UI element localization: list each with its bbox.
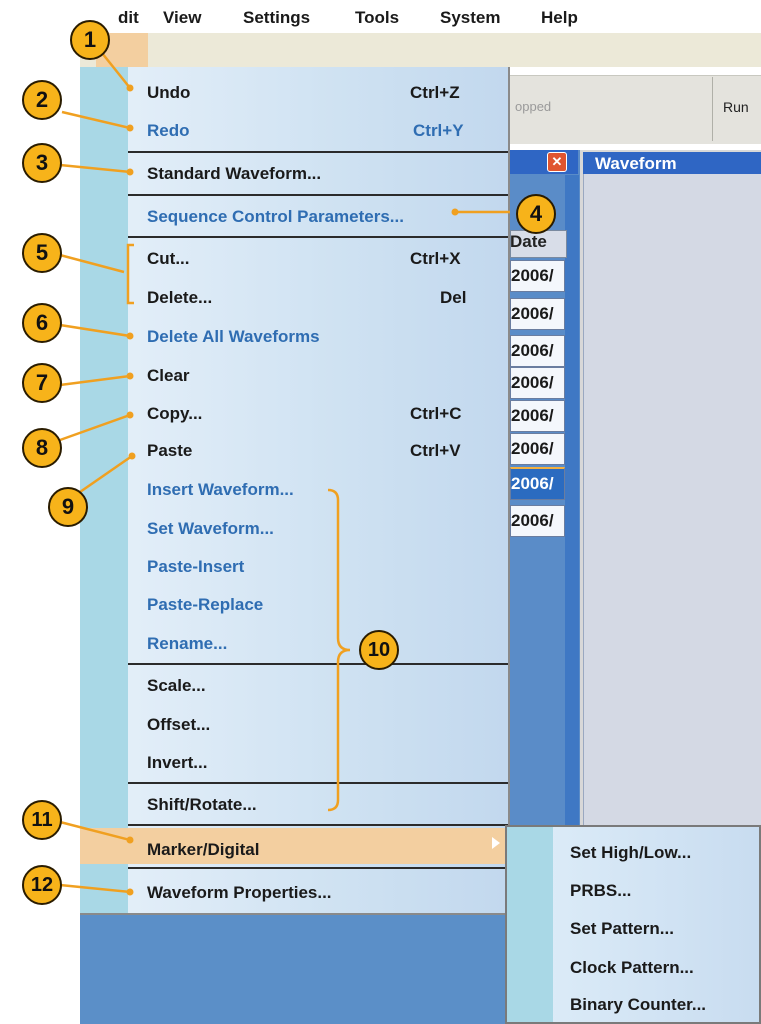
- callout-dot-11: [126, 836, 134, 844]
- callout-bracket-10: [327, 488, 351, 812]
- callout-line-12: [59, 883, 131, 894]
- callout-dot-12: [126, 888, 134, 896]
- callout-line-9: [79, 454, 133, 494]
- callout-badge-3: 3: [22, 143, 62, 183]
- callout-badge-5: 5: [22, 233, 62, 273]
- callout-dot-3: [126, 168, 134, 176]
- callout-line-5: [59, 253, 125, 274]
- callout-line-3: [59, 163, 131, 174]
- callout-badge-2: 2: [22, 80, 62, 120]
- callout-dot-6: [126, 332, 134, 340]
- callout-badge-10: 10: [359, 630, 399, 670]
- callout-badge-6: 6: [22, 303, 62, 343]
- callout-dot-9: [128, 452, 136, 460]
- callout-dot-7: [126, 372, 134, 380]
- callout-dot-1: [126, 84, 134, 92]
- callout-dot-2: [126, 124, 134, 132]
- callout-dot-8: [126, 411, 134, 419]
- callout-line-11: [59, 820, 131, 842]
- callout-badge-1: 1: [70, 20, 110, 60]
- callout-bracket-5: [126, 243, 134, 305]
- callout-annotations: [59, 47, 510, 896]
- callout-line-2: [61, 110, 131, 130]
- callout-badge-12: 12: [22, 865, 62, 905]
- callout-badge-8: 8: [22, 428, 62, 468]
- callout-badge-9: 9: [48, 487, 88, 527]
- callout-dot-4: [451, 208, 459, 216]
- callout-badge-7: 7: [22, 363, 62, 403]
- callout-badge-4: 4: [516, 194, 556, 234]
- callout-line-7: [59, 374, 131, 387]
- callout-badge-11: 11: [22, 800, 62, 840]
- callout-line-6: [59, 323, 131, 338]
- callout-line-8: [59, 413, 131, 442]
